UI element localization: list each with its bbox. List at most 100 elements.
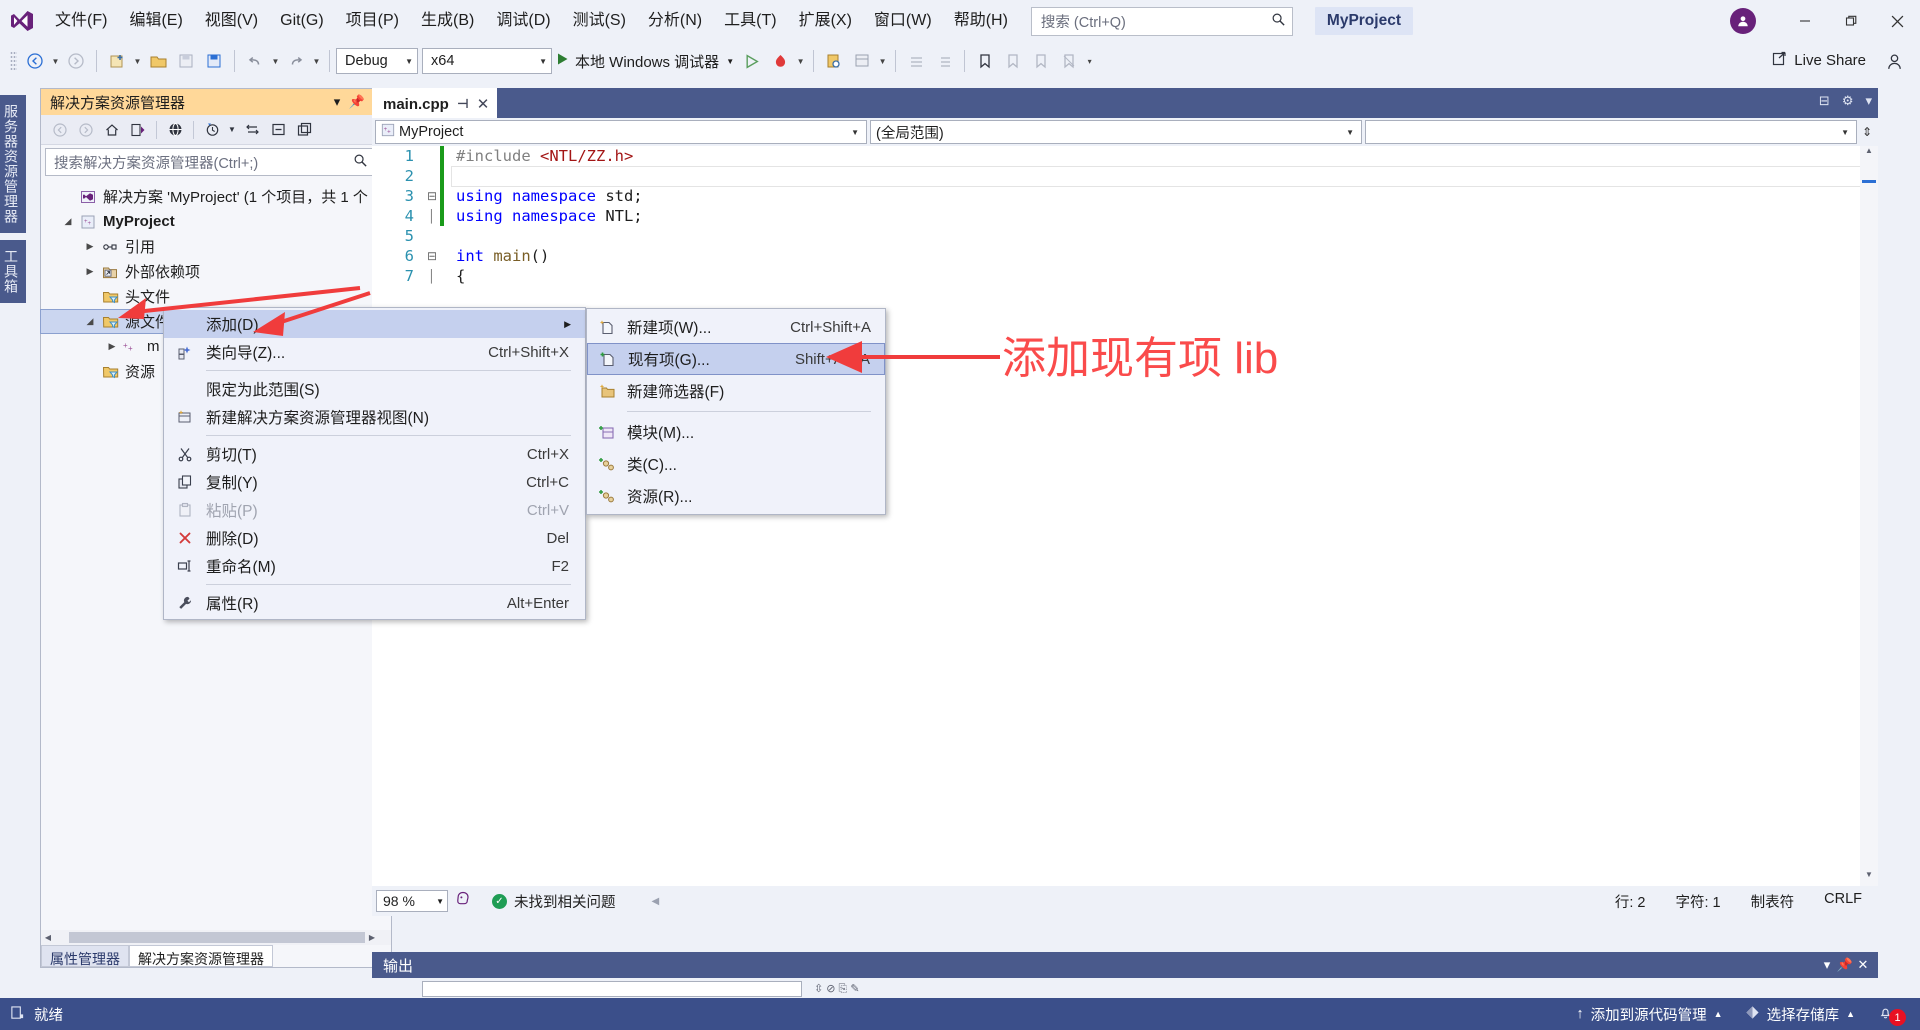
fold-marker[interactable]: ⊟ xyxy=(424,249,440,263)
split-view-icon[interactable]: ⊟ xyxy=(1819,93,1830,109)
forward-icon[interactable] xyxy=(73,118,99,142)
pin-icon[interactable]: ⊣ xyxy=(457,96,469,112)
toggle-bookmark-icon[interactable] xyxy=(972,48,998,74)
clear-bookmarks-icon[interactable] xyxy=(1056,48,1082,74)
scroll-right-icon[interactable]: ▶ xyxy=(365,933,379,942)
select-repository-button[interactable]: 选择存储库 ▲ xyxy=(1745,1004,1855,1025)
scroll-left-icon[interactable]: ◀ xyxy=(41,933,55,942)
filter-dropdown-icon[interactable]: ▼ xyxy=(225,118,239,142)
context-menu-item-copy[interactable]: 复制(Y) Ctrl+C xyxy=(164,468,585,496)
navigate-forward-button[interactable] xyxy=(63,48,89,74)
new-project-dropdown[interactable]: ▼ xyxy=(131,48,144,74)
editor-vertical-scrollbar[interactable]: ▲ ▼ xyxy=(1860,146,1878,886)
gear-icon[interactable]: ⚙ xyxy=(1842,93,1854,109)
menu-project[interactable]: 项目(P) xyxy=(335,0,410,42)
start-debugging-button[interactable]: 本地 Windows 调试器 ▼ xyxy=(552,48,738,74)
next-bookmark-icon[interactable] xyxy=(1028,48,1054,74)
scroll-thumb[interactable] xyxy=(69,932,365,943)
solution-explorer-hscrollbar[interactable]: ◀ ▶ xyxy=(41,930,391,945)
close-button[interactable] xyxy=(1874,0,1920,42)
sync-views-icon[interactable] xyxy=(239,118,265,142)
redo-button[interactable] xyxy=(283,48,309,74)
show-all-files-icon[interactable] xyxy=(162,118,188,142)
context-menu-item-paste[interactable]: 粘贴(P) Ctrl+V xyxy=(164,496,585,524)
close-icon[interactable]: ✕ xyxy=(477,95,490,113)
redo-dropdown[interactable]: ▼ xyxy=(310,48,323,74)
maximize-restore-button[interactable] xyxy=(1828,0,1874,42)
user-account-avatar[interactable] xyxy=(1730,8,1756,34)
menu-test[interactable]: 测试(S) xyxy=(562,0,637,42)
tab-solution-explorer[interactable]: 解决方案资源管理器 xyxy=(129,945,273,967)
notifications-button[interactable]: 1 xyxy=(1877,1002,1906,1026)
context-menu-item-rename[interactable]: 重命名(M) F2 xyxy=(164,552,585,580)
navigate-back-button[interactable] xyxy=(22,48,48,74)
search-in-files-icon[interactable] xyxy=(821,48,847,74)
close-icon[interactable]: ✕ xyxy=(1854,957,1872,973)
home-icon[interactable] xyxy=(99,118,125,142)
fold-marker[interactable]: │ xyxy=(424,269,440,283)
context-menu-item-class-wizard[interactable]: 类向导(Z)... Ctrl+Shift+X xyxy=(164,338,585,366)
menu-extensions[interactable]: 扩展(X) xyxy=(788,0,863,42)
panel-dropdown-icon[interactable]: ▾ xyxy=(1818,957,1836,973)
uncomment-lines-icon[interactable] xyxy=(931,48,957,74)
expander-collapsed[interactable]: ▶ xyxy=(81,241,99,252)
submenu-item-new-item[interactable]: 新建项(W)... Ctrl+Shift+A xyxy=(587,311,885,343)
save-button[interactable] xyxy=(173,48,199,74)
undo-dropdown[interactable]: ▼ xyxy=(269,48,282,74)
fold-marker[interactable]: │ xyxy=(424,209,440,223)
solution-explorer-search-input[interactable]: 搜索解决方案资源管理器(Ctrl+;) ▼ xyxy=(45,148,387,176)
quick-launch-search[interactable]: 搜索 (Ctrl+Q) xyxy=(1030,6,1293,36)
comment-lines-icon[interactable] xyxy=(903,48,929,74)
zoom-level-combo[interactable]: 98 % ▼ xyxy=(376,890,448,912)
context-menu-item-new-solution-explorer-view[interactable]: 新建解决方案资源管理器视图(N) xyxy=(164,403,585,431)
pending-changes-filter-icon[interactable] xyxy=(199,118,225,142)
navbar-scope-combo[interactable]: (全局范围) ▼ xyxy=(870,120,1362,144)
scroll-up-icon[interactable]: ▲ xyxy=(1860,146,1878,162)
new-project-button[interactable] xyxy=(104,48,130,74)
tree-node-references[interactable]: ▶ 引用 xyxy=(41,234,391,259)
properties-window-icon[interactable] xyxy=(291,118,317,142)
add-to-source-control-button[interactable]: ↑ 添加到源代码管理 ▲ xyxy=(1576,1004,1722,1025)
fold-marker[interactable]: ⊟ xyxy=(424,189,440,203)
expander-collapsed[interactable]: ▶ xyxy=(81,266,99,277)
minimize-button[interactable] xyxy=(1782,0,1828,42)
split-editor-handle[interactable]: ⇕ xyxy=(1860,125,1874,139)
menu-debug[interactable]: 调试(D) xyxy=(485,0,561,42)
navbar-project-combo[interactable]: + + MyProject ▼ xyxy=(375,120,867,144)
tab-property-manager[interactable]: 属性管理器 xyxy=(41,945,129,967)
submenu-item-class[interactable]: 类(C)... xyxy=(587,448,885,480)
output-toolbar-icons[interactable]: ⇳ ⊘ ⎘ ✎ xyxy=(814,982,860,996)
submenu-item-module[interactable]: 模块(M)... xyxy=(587,416,885,448)
vtab-toolbox[interactable]: 工具箱 xyxy=(0,240,26,303)
expander-collapsed[interactable]: ▶ xyxy=(103,341,121,352)
tree-node-project[interactable]: ◢ + + MyProject xyxy=(41,209,391,234)
panel-dropdown-icon[interactable]: ▾ xyxy=(327,94,347,110)
submenu-item-new-filter[interactable]: 新建筛选器(F) xyxy=(587,375,885,407)
diagnostic-tools-icon[interactable] xyxy=(849,48,875,74)
menu-analyze[interactable]: 分析(N) xyxy=(637,0,713,42)
chevron-down-icon[interactable]: ▾ xyxy=(1865,93,1872,109)
hot-reload-dropdown[interactable]: ▼ xyxy=(794,48,807,74)
previous-bookmark-icon[interactable] xyxy=(1000,48,1026,74)
submenu-item-resource[interactable]: 资源(R)... xyxy=(587,480,885,512)
vtab-server-explorer[interactable]: 服务器资源管理器 xyxy=(0,95,26,233)
issues-prev-icon[interactable]: ◀ xyxy=(652,896,660,907)
context-menu-item-scope-to-this[interactable]: 限定为此范围(S) xyxy=(164,375,585,403)
menu-file[interactable]: 文件(F) xyxy=(44,0,118,42)
live-share-button[interactable]: Live Share xyxy=(1771,50,1866,71)
menu-build[interactable]: 生成(B) xyxy=(410,0,485,42)
menu-git[interactable]: Git(G) xyxy=(269,0,335,42)
expander-expanded[interactable]: ◢ xyxy=(59,216,77,227)
tree-node-solution[interactable]: 解决方案 'MyProject' (1 个项目，共 1 个 xyxy=(41,184,391,209)
editor-tab-main-cpp[interactable]: main.cpp ⊣ ✕ xyxy=(372,88,498,118)
scroll-down-icon[interactable]: ▼ xyxy=(1860,870,1878,886)
start-without-debugging-button[interactable] xyxy=(739,48,765,74)
solution-platform-combo[interactable]: x64 ▼ xyxy=(422,48,552,74)
tree-node-header-files[interactable]: 头文件 xyxy=(41,284,391,309)
menu-help[interactable]: 帮助(H) xyxy=(943,0,1019,42)
navigate-back-dropdown[interactable]: ▼ xyxy=(49,48,62,74)
submenu-item-existing-item[interactable]: 现有项(G)... Shift+Alt+A xyxy=(587,343,885,375)
pin-icon[interactable]: 📌 xyxy=(1836,957,1854,973)
toolbar-grip[interactable] xyxy=(10,51,17,71)
sync-with-active-document-icon[interactable] xyxy=(125,118,151,142)
